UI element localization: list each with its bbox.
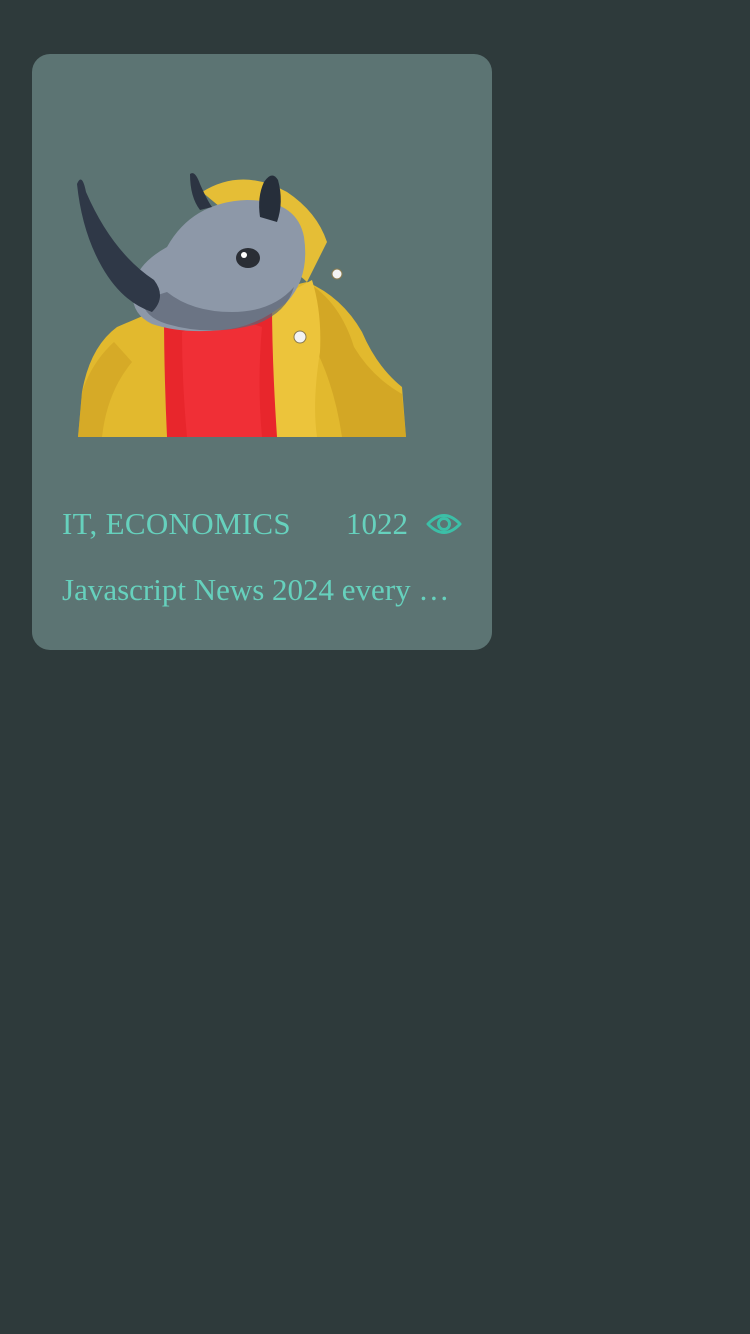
card-meta-row: IT, ECONOMICS 1022: [62, 500, 462, 548]
views-count: 1022: [346, 506, 408, 541]
category-label[interactable]: IT, ECONOMICS: [62, 506, 292, 542]
eye-icon: [426, 514, 462, 534]
card-image: [77, 173, 406, 437]
article-title[interactable]: Javascript News 2024 every week: [62, 566, 462, 614]
article-card[interactable]: IT, ECONOMICS 1022 Javascript News 2024 …: [32, 54, 492, 650]
